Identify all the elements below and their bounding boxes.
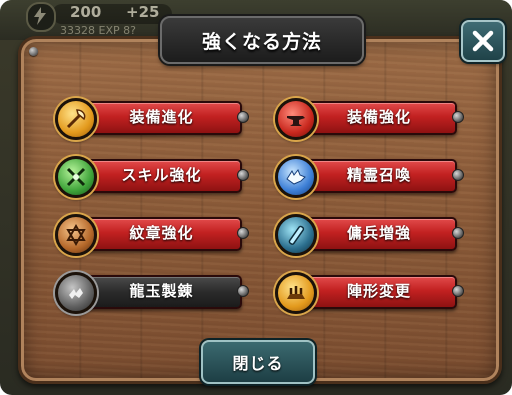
- hexagram-icon: [55, 214, 97, 256]
- menu-button-label: 精霊召喚: [346, 165, 411, 184]
- menu-button-label: スキル強化: [121, 165, 202, 184]
- close-dialog-button-label: 閉じる: [232, 354, 284, 373]
- menu-button-formation-change[interactable]: 陣形変更: [275, 272, 464, 314]
- scroll-icon: [275, 214, 317, 256]
- game-screen: 200 +25 33328 EXP 8? 強くなる方法 装備進化 装備強化 スキ…: [0, 0, 512, 395]
- bolt-cap: [237, 111, 249, 123]
- menu-button-dragon-orb-refine[interactable]: 龍玉製錬: [55, 272, 249, 314]
- rivet-icon: [29, 47, 38, 56]
- menu-button-crest-enhance[interactable]: 紋章強化: [55, 214, 249, 256]
- menu-button-label: 紋章強化: [129, 223, 194, 242]
- bolt-cap: [237, 285, 249, 297]
- bolt-cap: [452, 285, 464, 297]
- energy-value: 200: [70, 3, 102, 21]
- dialog-title: 強くなる方法: [160, 16, 364, 64]
- menu-button-spirit-summon[interactable]: 精霊召喚: [275, 156, 464, 198]
- formation-icon: [275, 272, 317, 314]
- menu-button-label: 龍玉製錬: [129, 281, 194, 300]
- menu-button-label: 装備強化: [346, 107, 411, 126]
- close-dialog-button[interactable]: 閉じる: [201, 340, 315, 384]
- dragon-orb-icon: [55, 272, 97, 314]
- close-x-button[interactable]: [461, 20, 505, 62]
- crossed-swords-icon: [55, 156, 97, 198]
- menu-button-label: 陣形変更: [346, 281, 411, 300]
- how-to-get-stronger-dialog: [18, 36, 502, 384]
- bolt-cap: [452, 169, 464, 181]
- lightning-icon: [26, 2, 56, 32]
- menu-button-mercenary-boost[interactable]: 傭兵増強: [275, 214, 464, 256]
- energy-bonus: +25: [126, 3, 160, 21]
- bolt-cap: [237, 227, 249, 239]
- menu-button-skill-enhance[interactable]: スキル強化: [55, 156, 249, 198]
- bolt-cap: [452, 111, 464, 123]
- menu-button-equipment-enhance[interactable]: 装備強化: [275, 98, 464, 140]
- bolt-cap: [237, 169, 249, 181]
- menu-button-equipment-evolve[interactable]: 装備進化: [55, 98, 249, 140]
- menu-button-label: 装備進化: [129, 107, 194, 126]
- spirit-wolf-icon: [275, 156, 317, 198]
- x-icon: [472, 30, 494, 52]
- axe-icon: [55, 98, 97, 140]
- anvil-icon: [275, 98, 317, 140]
- dialog-title-text: 強くなる方法: [201, 30, 322, 53]
- bolt-cap: [452, 227, 464, 239]
- menu-button-label: 傭兵増強: [346, 223, 411, 242]
